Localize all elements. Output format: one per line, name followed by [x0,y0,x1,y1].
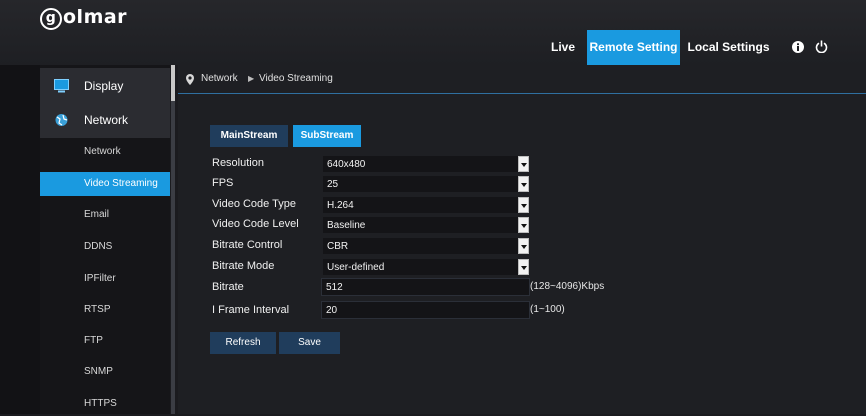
field-label: Bitrate Control [212,239,283,251]
chevron-down-icon[interactable] [518,176,529,192]
bitrate-mode-select[interactable]: User-defined [323,259,529,275]
logo-text: olmar [63,6,128,28]
sidebar-item-ftp[interactable]: FTP [40,329,170,353]
bitrate-control-select[interactable]: CBR [323,238,529,254]
chevron-down-icon[interactable] [518,197,529,213]
sidebar-scrollbar-thumb[interactable] [171,65,175,101]
field-label: FPS [212,177,234,189]
sidebar-section-label: Display [84,79,124,93]
sidebar-item-email[interactable]: Email [40,203,170,227]
select-value: User-defined [327,262,385,273]
tab-substream[interactable]: SubStream [293,125,361,147]
bitrate-input[interactable]: 512 [321,278,530,296]
info-icon[interactable] [792,41,804,53]
select-value: Baseline [327,220,366,231]
sidebar-section-label: Network [84,113,129,127]
nav-remote-setting[interactable]: Remote Setting [587,30,680,65]
left-gutter [0,65,40,414]
power-icon[interactable] [815,40,828,53]
main-panel: Network ▶ Video Streaming MainStream Sub… [178,65,866,414]
field-label: Video Code Level [212,218,299,230]
select-value: H.264 [327,200,354,211]
sidebar-section-display[interactable]: Display [40,68,170,104]
iframe-interval-range-hint: (1~100) [530,304,565,315]
video-code-type-select[interactable]: H.264 [323,197,529,213]
sidebar-item-rtsp[interactable]: RTSP [40,298,170,322]
resolution-select[interactable]: 640x480 [323,156,529,172]
nav-local-settings[interactable]: Local Settings [682,30,775,65]
iframe-interval-input[interactable]: 20 [321,301,530,319]
sidebar: Display Network Network Video Streaming … [40,65,175,416]
sidebar-item-ddns[interactable]: DDNS [40,235,170,259]
chevron-down-icon[interactable] [518,156,529,172]
monitor-icon [54,79,69,93]
network-globe-icon [55,114,68,126]
sidebar-section-network[interactable]: Network [40,102,170,138]
video-code-level-select[interactable]: Baseline [323,217,529,233]
top-bar: g olmar Live Remote Setting Local Setting… [0,0,866,65]
select-value: CBR [327,241,349,252]
refresh-button[interactable]: Refresh [210,332,276,354]
breadcrumb: Network ▶ Video Streaming [178,65,866,94]
breadcrumb-parent[interactable]: Network [201,65,238,93]
input-value: 512 [326,282,343,293]
chevron-down-icon[interactable] [518,259,529,275]
nav-live[interactable]: Live [545,30,581,65]
sidebar-item-video-streaming[interactable]: Video Streaming [40,172,170,196]
logo-letter: g [40,8,62,30]
field-label: Bitrate Mode [212,260,275,272]
tab-mainstream[interactable]: MainStream [210,125,288,147]
field-label: Bitrate [212,281,244,293]
chevron-down-icon[interactable] [518,238,529,254]
chevron-down-icon[interactable] [518,217,529,233]
bitrate-range-hint: (128~4096)Kbps [530,281,605,292]
breadcrumb-current: Video Streaming [259,73,333,84]
fps-select[interactable]: 25 [323,176,529,192]
sidebar-item-ipfilter[interactable]: IPFilter [40,267,170,291]
save-button[interactable]: Save [279,332,340,354]
sidebar-item-network[interactable]: Network [40,140,170,164]
input-value: 20 [326,305,338,316]
field-label: Video Code Type [212,198,296,210]
sidebar-scrollbar[interactable] [171,65,175,414]
select-value: 640x480 [327,159,366,170]
field-label: Resolution [212,157,264,169]
breadcrumb-separator-icon: ▶ [248,74,255,83]
select-value: 25 [327,179,339,190]
field-label: I Frame Interval [212,304,290,316]
brand-logo: g olmar [40,6,127,30]
sidebar-item-https[interactable]: HTTPS [40,392,170,416]
location-pin-icon [186,74,194,85]
sidebar-item-snmp[interactable]: SNMP [40,360,170,384]
